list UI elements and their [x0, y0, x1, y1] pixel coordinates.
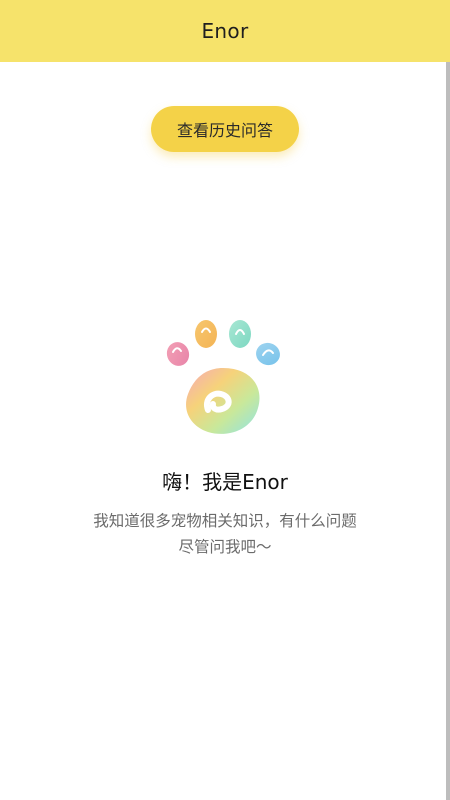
app-screen: Enor 查看历史问答 嗨！我是Enor 我知道很多宠物相关知识，有什么问题 尽…	[0, 0, 450, 800]
paw-toe-3	[229, 320, 251, 348]
app-header: Enor	[0, 0, 450, 62]
view-history-button[interactable]: 查看历史问答	[151, 106, 299, 152]
intro-line-1: 我知道很多宠物相关知识，有什么问题	[93, 512, 357, 530]
paw-toe-2	[195, 320, 217, 348]
paw-toe-1	[166, 342, 190, 366]
intro-message: 我知道很多宠物相关知识，有什么问题 尽管问我吧～	[70, 508, 380, 560]
greeting-title: 嗨！我是Enor	[162, 470, 288, 494]
paw-logo-icon	[166, 320, 280, 434]
scrollbar[interactable]	[446, 62, 450, 800]
paw-palm	[186, 368, 260, 434]
page-title: Enor	[201, 19, 249, 43]
paw-toe-4	[256, 342, 280, 366]
intro-line-2: 尽管问我吧～	[178, 538, 272, 556]
